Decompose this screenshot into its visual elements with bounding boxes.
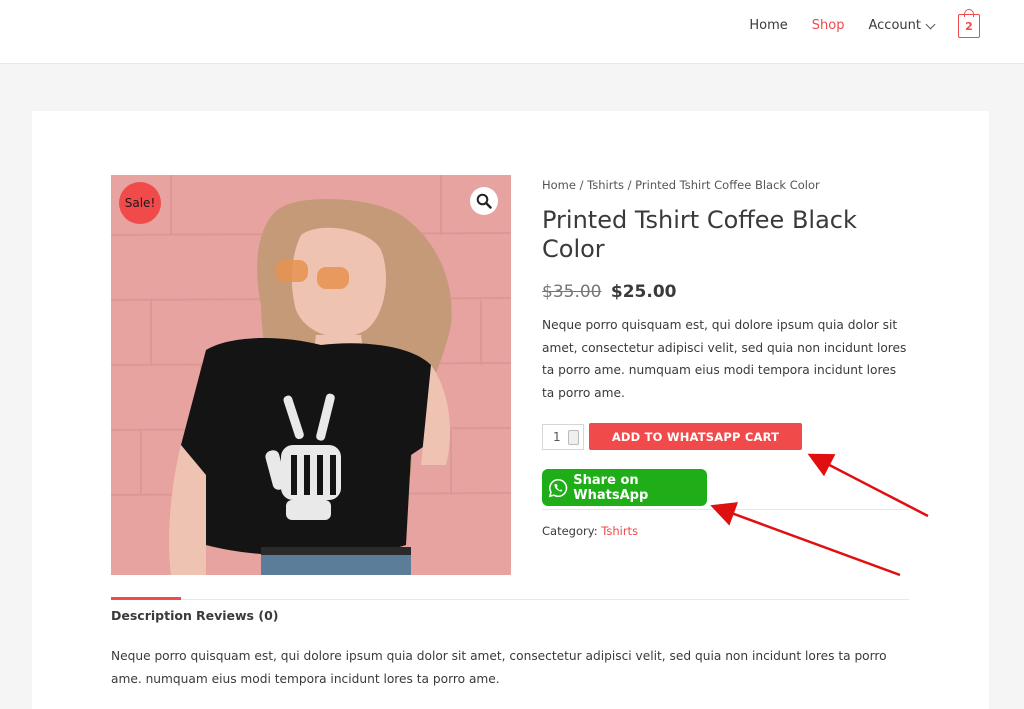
product-photo bbox=[111, 175, 511, 575]
quantity-stepper[interactable]: 1 bbox=[542, 424, 584, 450]
whatsapp-icon bbox=[548, 478, 568, 497]
product-category: Category: Tshirts bbox=[542, 524, 638, 538]
price-new: $25.00 bbox=[610, 282, 677, 302]
breadcrumb-home[interactable]: Home bbox=[542, 178, 576, 192]
short-description: Neque porro quisquam est, qui dolore ips… bbox=[542, 318, 907, 400]
tab-reviews[interactable]: Reviews (0) bbox=[196, 608, 278, 623]
product-price: $35.00 $25.00 bbox=[542, 282, 677, 302]
product-image[interactable]: Sale! bbox=[111, 175, 511, 575]
breadcrumb-separator: / bbox=[623, 178, 636, 192]
price-old: $35.00 bbox=[542, 282, 602, 302]
nav-account[interactable]: Account bbox=[857, 17, 947, 35]
cart-icon[interactable]: 2 bbox=[958, 9, 980, 38]
quantity-value: 1 bbox=[553, 430, 561, 444]
site-header: Home Shop Account 2 bbox=[0, 0, 1024, 64]
share-whatsapp-label: Share on WhatsApp bbox=[573, 472, 649, 503]
breadcrumb: Home / Tshirts / Printed Tshirt Coffee B… bbox=[542, 178, 820, 192]
add-to-whatsapp-cart-button[interactable]: ADD TO WHATSAPP CART bbox=[589, 423, 802, 450]
sale-badge: Sale! bbox=[119, 182, 161, 224]
breadcrumb-tshirts[interactable]: Tshirts bbox=[587, 178, 624, 192]
main-nav: Home Shop Account 2 bbox=[737, 9, 980, 38]
chevron-down-icon bbox=[925, 19, 936, 29]
category-label: Category: bbox=[542, 524, 598, 538]
nav-shop[interactable]: Shop bbox=[800, 17, 857, 35]
share-on-whatsapp-button[interactable]: Share on WhatsApp bbox=[542, 469, 707, 506]
tabs-divider bbox=[111, 599, 909, 600]
cart-count: 2 bbox=[965, 19, 973, 33]
nav-home[interactable]: Home bbox=[737, 17, 799, 35]
tab-description[interactable]: Description bbox=[111, 608, 192, 623]
divider bbox=[542, 509, 909, 510]
magnifier-icon bbox=[476, 193, 492, 209]
category-link[interactable]: Tshirts bbox=[601, 524, 638, 538]
zoom-icon[interactable] bbox=[470, 187, 498, 215]
breadcrumb-current: Printed Tshirt Coffee Black Color bbox=[635, 178, 820, 192]
tab-description-content: Neque porro quisquam est, qui dolore ips… bbox=[111, 649, 887, 686]
breadcrumb-separator: / bbox=[575, 178, 588, 192]
active-tab-indicator bbox=[111, 597, 181, 600]
spinner-arrows-icon[interactable] bbox=[568, 430, 579, 445]
nav-account-label: Account bbox=[868, 18, 922, 33]
product-title: Printed Tshirt Coffee Black Color bbox=[542, 206, 857, 263]
